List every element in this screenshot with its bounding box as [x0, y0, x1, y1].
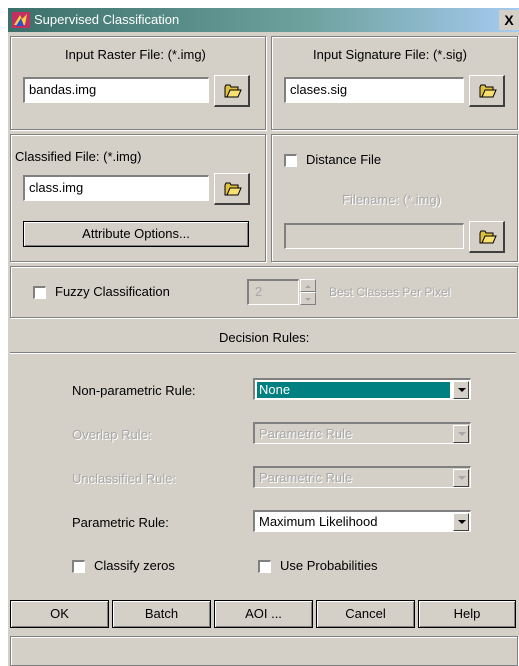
overlap-rule-value: Parametric Rule — [259, 426, 353, 441]
distance-file-browse-button[interactable] — [469, 221, 505, 253]
input-raster-label: Input Raster File: (*.img) — [65, 47, 206, 62]
unclassified-rule-label: Unclassified Rule: — [72, 471, 177, 486]
unclassified-rule-value: Parametric Rule — [259, 470, 353, 485]
attribute-options-button[interactable]: Attribute Options... — [23, 221, 249, 247]
batch-button[interactable]: Batch — [112, 600, 211, 628]
distance-filename-field — [284, 223, 464, 249]
input-raster-field[interactable]: bandas.img — [23, 77, 209, 103]
spin-up-icon — [300, 279, 316, 292]
title-bar[interactable]: Supervised Classification X — [8, 8, 519, 32]
distance-filename-label: Filename: (*.img) — [342, 192, 441, 207]
chevron-down-icon[interactable] — [453, 381, 469, 399]
overlap-rule-label: Overlap Rule: — [72, 427, 152, 442]
folder-open-icon — [479, 230, 497, 244]
classified-file-label: Classified File: (*.img) — [15, 149, 142, 164]
status-bar — [10, 636, 518, 666]
parametric-rule-value: Maximum Likelihood — [259, 514, 378, 529]
nonparametric-rule-select[interactable]: None — [253, 378, 471, 400]
chevron-down-icon — [453, 469, 469, 487]
aoi-button[interactable]: AOI ... — [214, 600, 313, 628]
spin-down-icon — [300, 292, 316, 305]
distance-file-checkbox[interactable] — [284, 154, 297, 167]
use-probabilities-checkbox[interactable] — [258, 560, 271, 573]
distance-file-label: Distance File — [306, 152, 382, 167]
fuzzy-classification-group: Fuzzy Classification 2 Best Classes Per … — [10, 266, 518, 318]
best-classes-spinner — [300, 279, 316, 305]
parametric-rule-label: Parametric Rule: — [72, 515, 169, 530]
help-button[interactable]: Help — [418, 600, 516, 628]
decision-rules-divider — [10, 352, 516, 354]
dialog-window: Supervised Classification X Input Raster… — [8, 8, 519, 666]
unclassified-rule-select: Parametric Rule — [253, 466, 471, 488]
distance-file-group: Distance File Filename: (*.img) — [271, 134, 518, 262]
cancel-button[interactable]: Cancel — [316, 600, 415, 628]
fuzzy-classification-checkbox[interactable] — [33, 286, 46, 299]
input-raster-group: Input Raster File: (*.img) bandas.img — [10, 36, 266, 130]
fuzzy-classification-label: Fuzzy Classification — [55, 284, 170, 299]
parametric-rule-select[interactable]: Maximum Likelihood — [253, 510, 471, 532]
classify-zeros-label: Classify zeros — [94, 558, 175, 573]
chevron-down-icon — [453, 425, 469, 443]
decision-rules-heading: Decision Rules: — [219, 330, 310, 345]
nonparametric-rule-value: None — [256, 381, 451, 399]
nonparametric-rule-label: Non-parametric Rule: — [72, 383, 196, 398]
input-signature-label: Input Signature File: (*.sig) — [313, 47, 467, 62]
classified-file-group: Classified File: (*.img) class.img Attri… — [10, 134, 266, 262]
folder-open-icon — [479, 84, 497, 98]
input-signature-field[interactable]: clases.sig — [284, 77, 464, 103]
input-signature-browse-button[interactable] — [469, 75, 505, 107]
best-classes-label: Best Classes Per Pixel — [329, 285, 451, 299]
use-probabilities-label: Use Probabilities — [280, 558, 378, 573]
ok-button[interactable]: OK — [10, 600, 109, 628]
chevron-down-icon[interactable] — [453, 513, 469, 531]
window-title: Supervised Classification — [34, 12, 180, 27]
classify-zeros-checkbox[interactable] — [72, 560, 85, 573]
input-signature-group: Input Signature File: (*.sig) clases.sig — [271, 36, 518, 130]
folder-open-icon — [224, 182, 242, 196]
best-classes-spin-value: 2 — [247, 279, 299, 305]
classified-file-browse-button[interactable] — [214, 173, 250, 205]
input-raster-browse-button[interactable] — [214, 75, 250, 107]
app-icon — [12, 12, 30, 28]
close-button[interactable]: X — [499, 10, 519, 30]
folder-open-icon — [224, 84, 242, 98]
classified-file-field[interactable]: class.img — [23, 175, 209, 201]
overlap-rule-select: Parametric Rule — [253, 422, 471, 444]
